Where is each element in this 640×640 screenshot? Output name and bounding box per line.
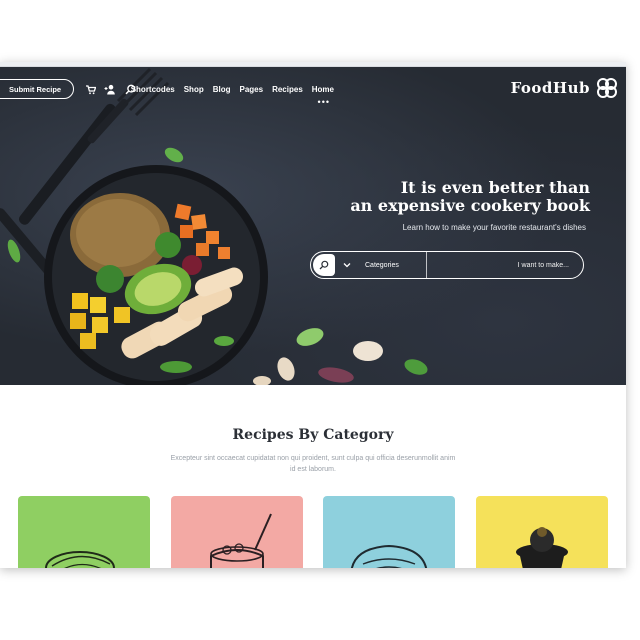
category-card[interactable] — [475, 496, 608, 568]
nav-item-pages[interactable]: Pages — [240, 85, 264, 94]
brand-logo[interactable]: FoodHub — [511, 77, 618, 99]
hero-title-line-1: It is even better than — [400, 178, 590, 197]
nav-more-dots[interactable]: ••• — [318, 97, 330, 107]
category-section: Recipes By Category Excepteur sint occae… — [0, 385, 626, 568]
hero-title: It is even better than an expensive cook… — [330, 179, 590, 215]
cupcake-icon — [515, 527, 568, 568]
nav-item-shop[interactable]: Shop — [184, 85, 204, 94]
recipe-search-bar: Categories — [310, 251, 584, 279]
hero-subtitle: Learn how to make your favorite restaura… — [402, 223, 586, 232]
salad-bowl — [44, 165, 268, 385]
category-select-label: Categories — [365, 261, 399, 269]
search-icon — [319, 260, 329, 270]
logo-icon — [597, 78, 617, 98]
cart-icon[interactable] — [84, 83, 96, 95]
pie-icon — [45, 551, 115, 568]
chevron-down-icon — [343, 263, 351, 268]
section-title: Recipes By Category — [232, 427, 394, 443]
nav-item-recipes[interactable]: Recipes — [272, 85, 303, 94]
search-submit-button[interactable] — [313, 254, 335, 276]
category-select[interactable]: Categories — [335, 252, 427, 278]
hero-section: FoodHub Home Recipes Pages Blog Shop Sho… — [0, 67, 626, 385]
bread-icon — [351, 544, 428, 568]
submit-recipe-button[interactable]: Submit Recipe — [0, 79, 75, 99]
category-cards — [18, 496, 608, 568]
browser-window: FoodHub Home Recipes Pages Blog Shop Sho… — [0, 62, 626, 568]
nav-icons — [84, 83, 136, 95]
brand-name: FoodHub — [510, 79, 590, 97]
main-nav: Home Recipes Pages Blog Shop Shortcodes — [131, 85, 334, 94]
search-icon[interactable] — [124, 83, 136, 95]
nav-item-home[interactable]: Home — [312, 85, 334, 94]
hero-title-line-2: an expensive cookery book — [350, 196, 590, 215]
pot-icon — [209, 513, 272, 568]
nav-item-blog[interactable]: Blog — [213, 85, 231, 94]
search-input[interactable] — [427, 252, 583, 278]
nav-item-shortcodes[interactable]: Shortcodes — [131, 85, 175, 94]
category-card[interactable] — [18, 496, 150, 568]
category-card[interactable] — [323, 496, 456, 568]
category-card[interactable] — [170, 496, 303, 568]
user-plus-icon[interactable] — [104, 83, 116, 95]
section-description: Excepteur sint occaecat cupidatat non qu… — [170, 455, 456, 473]
